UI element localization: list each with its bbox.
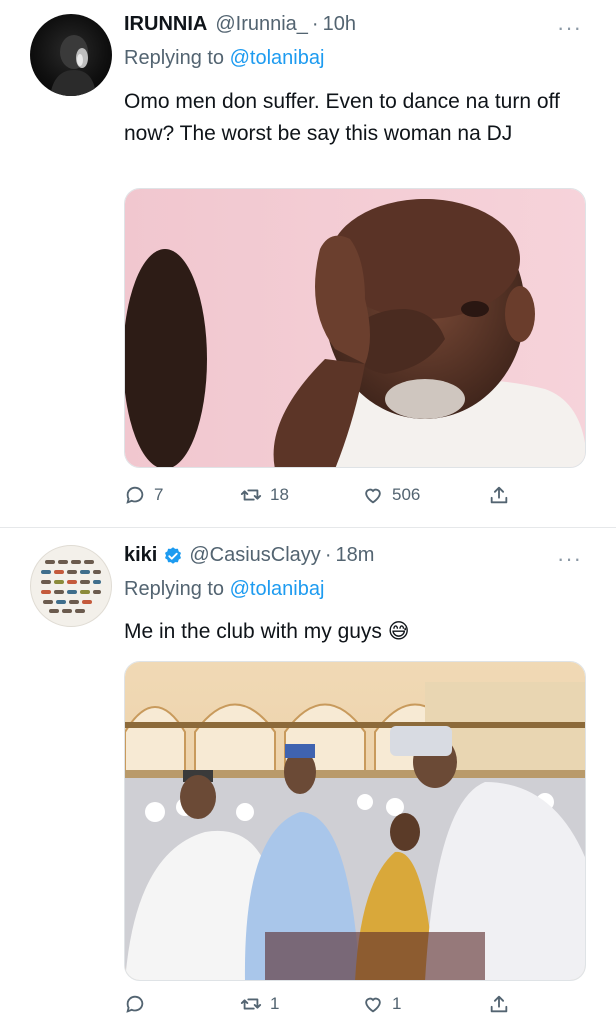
tweet-text: Omo men don suffer. Even to dance na tur… (124, 90, 560, 145)
retweet-count: 1 (270, 994, 280, 1013)
share-icon (490, 995, 508, 1013)
display-name[interactable]: IRUNNIA (124, 13, 207, 36)
share-button[interactable] (488, 993, 510, 1015)
reply-button[interactable] (124, 993, 240, 1015)
share-button[interactable] (488, 484, 510, 506)
user-handle[interactable]: @Irunnia_ (215, 13, 308, 36)
dot-separator: · (311, 13, 319, 35)
mosque-crowd-photo (125, 662, 585, 980)
more-options-icon[interactable]: ··· (557, 548, 582, 570)
more-options-icon[interactable]: ··· (557, 17, 582, 39)
verified-badge-icon (165, 546, 182, 564)
retweet-count: 18 (270, 485, 289, 504)
reply-button[interactable]: 7 (124, 484, 240, 506)
retweet-icon (240, 998, 262, 1010)
tweet[interactable]: IRUNNIA @Irunnia_ · 10h ··· Replying to … (0, 0, 616, 528)
replying-to: Replying to @tolanibaj (124, 47, 324, 70)
emoji: 😅 (387, 620, 410, 643)
sneakers-grid-avatar (41, 560, 101, 613)
tweet-media[interactable] (124, 188, 586, 468)
tweet-text-container: Me in the club with my guys 😅 (124, 616, 594, 648)
like-button[interactable]: 506 (362, 484, 488, 506)
timestamp[interactable]: 10h (323, 13, 356, 36)
avatar[interactable] (30, 14, 112, 96)
retweet-button[interactable]: 18 (240, 484, 362, 506)
avatar[interactable] (30, 545, 112, 627)
dot-separator: · (324, 544, 332, 566)
display-name[interactable]: kiki (124, 544, 157, 567)
tweet[interactable]: kiki @CasiusClayy · 18m ··· Replying to … (0, 528, 616, 1024)
tweet-header: IRUNNIA @Irunnia_ · 10h (124, 13, 356, 36)
reply-mention-link[interactable]: @tolanibaj (230, 47, 325, 69)
heart-icon (365, 488, 381, 504)
like-count: 506 (392, 485, 421, 504)
replying-to-label: Replying to (124, 578, 225, 600)
share-icon (490, 486, 508, 504)
replying-to: Replying to @tolanibaj (124, 578, 324, 601)
reply-icon (126, 486, 144, 504)
man-face-palm-photo (125, 189, 585, 467)
tweet-media[interactable] (124, 661, 586, 981)
reply-mention-link[interactable]: @tolanibaj (230, 578, 325, 600)
reply-count: 7 (154, 485, 164, 504)
retweet-button[interactable]: 1 (240, 993, 362, 1015)
tweet-actions: 7 18 506 (124, 484, 514, 506)
like-count: 1 (392, 994, 402, 1013)
tweet-actions: 1 1 (124, 993, 514, 1015)
retweet-icon (240, 489, 262, 501)
tweet-header: kiki @CasiusClayy · 18m (124, 544, 374, 567)
tweet-text: Me in the club with my guys (124, 620, 382, 643)
user-handle[interactable]: @CasiusClayy (189, 544, 320, 567)
replying-to-label: Replying to (124, 47, 225, 69)
like-button[interactable]: 1 (362, 993, 488, 1015)
heart-icon (365, 997, 381, 1013)
timestamp[interactable]: 18m (335, 544, 374, 567)
reply-icon (126, 995, 144, 1013)
avatar-photo (50, 35, 96, 96)
